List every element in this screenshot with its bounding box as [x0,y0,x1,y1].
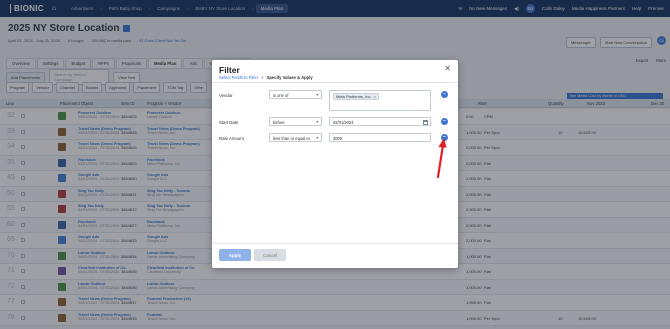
remove-start-date-filter-button[interactable]: − [441,118,448,125]
rate-amount-operator-select[interactable]: less than or equal to ▼ [269,133,322,142]
step-specify-values: Specify Values & Apply [266,75,313,80]
step-select-fields[interactable]: Select Fields to Filter [219,75,258,80]
rate-amount-operator-value: less than or equal to [273,136,310,141]
start-date-label: Start Date [219,120,239,125]
cancel-button[interactable]: Cancel [254,249,286,261]
chevron-down-icon: ▼ [315,93,319,97]
remove-tag-icon[interactable]: × [374,94,376,99]
dialog-steps: Select Fields to Filter > Specify Values… [219,75,313,80]
rate-amount-value: 3000 [333,136,343,141]
apply-button[interactable]: Apply [219,249,251,261]
divider [212,82,458,83]
vendor-operator-select[interactable]: is one of ▼ [269,90,322,99]
close-icon[interactable]: ✕ [444,65,451,73]
chevron-down-icon: ▼ [315,136,319,140]
step-separator: > [261,75,264,80]
divider [212,243,458,244]
rate-amount-input[interactable]: 3000 [329,133,431,142]
chevron-down-icon: ▼ [315,120,319,124]
dialog-title: Filter [219,65,240,75]
filter-dialog: Filter ✕ Select Fields to Filter > Speci… [212,60,458,268]
vendor-tag: Meta Platforms, Inc. × [333,93,379,100]
vendor-tag-label: Meta Platforms, Inc. [336,94,372,99]
start-date-value: 02/01/2024 [333,120,354,125]
remove-vendor-filter-button[interactable]: − [441,91,448,98]
rate-amount-label: Rate Amount [219,136,244,141]
start-date-input[interactable]: 02/01/2024 [329,117,431,126]
start-date-operator-select[interactable]: before ▼ [269,117,322,126]
vendor-value-multiselect[interactable]: Meta Platforms, Inc. × [329,90,431,111]
annotation-arrow-icon [436,138,447,178]
vendor-operator-value: is one of [273,93,289,98]
vendor-label: Vendor [219,93,233,98]
calendar-icon[interactable] [423,120,428,125]
start-date-operator-value: before [273,120,285,125]
